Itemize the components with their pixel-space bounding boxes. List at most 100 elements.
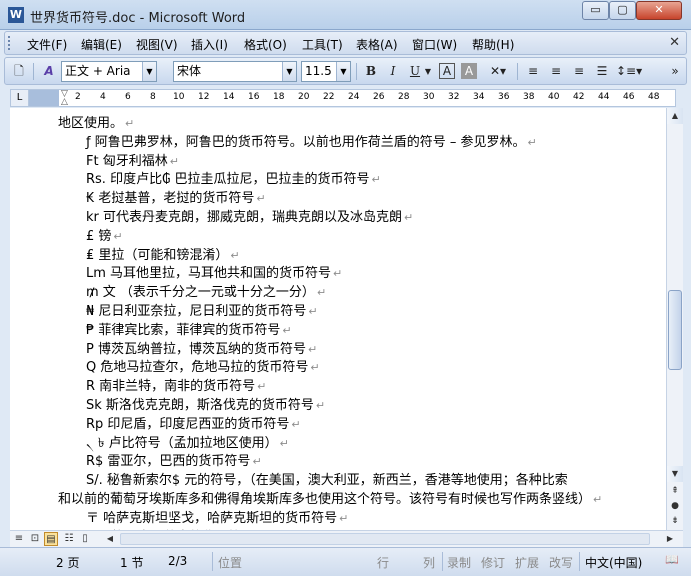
- document-line[interactable]: ₦ 尼日利亚奈拉，尼日利亚的货币符号 ↵: [58, 303, 658, 322]
- document-line[interactable]: Ft 匈牙利福林 ↵: [58, 153, 658, 172]
- normal-view-icon[interactable]: ≡: [12, 532, 26, 546]
- document-text[interactable]: 地区使用。 ↵ ƒ 阿鲁巴弗罗林，阿鲁巴的货币符号。以前也用作荷兰盾的符号 – 参见…: [58, 115, 658, 530]
- align-center-icon[interactable]: ≡: [546, 62, 566, 81]
- paragraph-mark-icon: ↵: [257, 380, 267, 394]
- select-browse-object-icon[interactable]: ●: [667, 499, 683, 513]
- document-page[interactable]: 地区使用。 ↵ ƒ 阿鲁巴弗罗林，阿鲁巴的货币符号。以前也用作荷兰盾的符号 – 参见…: [10, 108, 666, 530]
- document-line[interactable]: ₱ 菲律宾比索，菲律宾的货币符号 ↵: [58, 322, 658, 341]
- scroll-left-icon[interactable]: ◀: [102, 531, 118, 547]
- menu-view[interactable]: 视图(V): [136, 36, 178, 53]
- document-line[interactable]: Rs. 印度卢比₲ 巴拉圭瓜拉尼，巴拉圭的货币符号 ↵: [58, 171, 658, 190]
- menu-edit[interactable]: 编辑(E): [81, 36, 122, 53]
- chevron-down-icon[interactable]: ▼: [336, 62, 350, 81]
- document-line[interactable]: R 南非兰特，南非的货币符号 ↵: [58, 378, 658, 397]
- minimize-button[interactable]: ▭: [582, 1, 609, 20]
- paragraph-mark-icon: ↵: [279, 436, 289, 450]
- document-line[interactable]: 和以前的葡萄牙埃斯库多和佛得角埃斯库多也使用这个符号。该符号有时候也写作两条竖线…: [58, 491, 658, 510]
- justify-icon[interactable]: ☰: [592, 62, 612, 81]
- chevron-down-icon[interactable]: ▼: [142, 62, 156, 81]
- menu-table[interactable]: 表格(A): [356, 36, 398, 53]
- scroll-down-icon[interactable]: ▼: [667, 466, 683, 482]
- status-position: 位置: [218, 556, 243, 570]
- document-line[interactable]: R$ 雷亚尔，巴西的货币符号 ↵: [58, 453, 658, 472]
- scroll-right-icon[interactable]: ▶: [662, 531, 678, 547]
- styles-pane-icon[interactable]: A: [39, 62, 59, 81]
- vertical-scrollbar[interactable]: ▲ ▼ ⇞ ● ⇟: [666, 108, 683, 530]
- character-shading-icon[interactable]: A: [461, 63, 477, 79]
- ruler-left-margin: [29, 90, 59, 106]
- status-extend[interactable]: 扩展: [515, 554, 539, 571]
- menu-tools[interactable]: 工具(T): [302, 36, 343, 53]
- word-icon: W: [8, 7, 24, 23]
- reading-layout-icon[interactable]: ▯: [78, 532, 92, 546]
- chevron-down-icon[interactable]: ▼: [423, 62, 433, 81]
- new-document-icon[interactable]: 🗋: [9, 62, 29, 81]
- maximize-button[interactable]: ▢: [609, 1, 636, 20]
- document-line[interactable]: P 博茨瓦纳普拉，博茨瓦纳的货币符号 ↵: [58, 341, 658, 360]
- font-size-value: 11.5: [305, 64, 332, 78]
- character-border-icon[interactable]: A: [439, 63, 455, 79]
- status-record[interactable]: 录制: [447, 554, 471, 571]
- character-scaling-icon[interactable]: ✕▾: [485, 62, 511, 81]
- next-page-icon[interactable]: ⇟: [667, 514, 683, 528]
- close-button[interactable]: ✕: [636, 1, 682, 20]
- scroll-thumb[interactable]: [668, 290, 682, 370]
- document-line[interactable]: ₭ 老挝基普，老挝的货币符号 ↵: [58, 190, 658, 209]
- tab-selector-icon[interactable]: L: [11, 90, 29, 106]
- spelling-status-icon[interactable]: 📖: [663, 553, 681, 569]
- menu-insert[interactable]: 插入(I): [191, 36, 228, 53]
- font-combo[interactable]: 宋体 ▼: [173, 61, 297, 82]
- menu-grip-handle[interactable]: [8, 36, 11, 50]
- document-line[interactable]: 〒 哈萨克斯坦坚戈，哈萨克斯坦的货币符号 ↵: [58, 510, 658, 529]
- horizontal-scrollbar[interactable]: ≡ ⊡ ▤ ☷ ▯ ◀ ▶: [10, 530, 683, 547]
- line-spacing-icon[interactable]: ↕≡▾: [616, 62, 642, 81]
- status-track-changes[interactable]: 修订: [481, 554, 505, 571]
- scroll-up-icon[interactable]: ▲: [667, 108, 683, 124]
- horizontal-scroll-track[interactable]: [120, 533, 650, 545]
- status-divider: [579, 552, 580, 571]
- document-line[interactable]: ₥ 文 （表示千分之一元或十分之一分） ↵: [58, 284, 658, 303]
- line-text: Q 危地马拉查尔，危地马拉的货币符号: [86, 360, 309, 376]
- document-line[interactable]: Lm 马耳他里拉，马耳他共和国的货币符号 ↵: [58, 265, 658, 284]
- ruler-ticks: 2 4 6 8 10 12 14 16 18 20 22 24 26 28 30…: [59, 90, 675, 106]
- previous-page-icon[interactable]: ⇞: [667, 484, 683, 498]
- toolbar-options-icon[interactable]: »: [669, 62, 681, 81]
- horizontal-ruler[interactable]: L ▽ △ 2 4 6 8 10 12 14 16 18 20 22 24 26 …: [10, 89, 676, 107]
- document-line[interactable]: £ 镑 ↵: [58, 228, 658, 247]
- formatting-toolbar: 🗋 A 正文 + Aria ▼ 宋体 ▼ 11.5 ▼ B I U ▼ A A …: [4, 57, 687, 85]
- document-line[interactable]: 地区使用。 ↵: [58, 115, 658, 134]
- align-right-icon[interactable]: ≡: [569, 62, 589, 81]
- status-language[interactable]: 中文(中国): [585, 554, 642, 571]
- menu-help[interactable]: 帮助(H): [472, 36, 514, 53]
- document-line[interactable]: Sk 斯洛伐克克朗，斯洛伐克的货币符号 ↵: [58, 397, 658, 416]
- document-line[interactable]: ৲ ৳ 卢比符号（孟加拉地区使用） ↵: [58, 435, 658, 454]
- status-overtype[interactable]: 改写: [549, 554, 573, 571]
- close-document-icon[interactable]: ✕: [669, 35, 680, 50]
- web-layout-icon[interactable]: ⊡: [28, 532, 42, 546]
- chevron-down-icon[interactable]: ▼: [282, 62, 296, 81]
- document-line[interactable]: Rp 印尼盾，印度尼西亚的货币符号 ↵: [58, 416, 658, 435]
- underline-button[interactable]: U: [405, 62, 425, 81]
- bold-button[interactable]: B: [361, 62, 381, 81]
- menu-window[interactable]: 窗口(W): [412, 36, 457, 53]
- paragraph-mark-icon: ↵: [315, 398, 326, 412]
- menu-format[interactable]: 格式(O): [244, 36, 287, 53]
- ruler-tick: 8: [150, 92, 156, 102]
- ruler-tick: 26: [373, 92, 385, 102]
- outline-view-icon[interactable]: ☷: [62, 532, 76, 546]
- paragraph-mark-icon: ↵: [169, 154, 179, 168]
- document-line[interactable]: S/. 秘鲁新索尔$ 元的符号，（在美国，澳大利亚，新西兰，香港等地使用；各种比…: [58, 472, 658, 491]
- menu-file[interactable]: 文件(F): [27, 36, 67, 53]
- italic-button[interactable]: I: [383, 62, 403, 81]
- ruler-tick: 4: [100, 92, 106, 102]
- document-line[interactable]: ƒ 阿鲁巴弗罗林，阿鲁巴的货币符号。以前也用作荷兰盾的符号 – 参见罗林。 ↵: [58, 134, 658, 153]
- document-line[interactable]: kr 可代表丹麦克朗，挪威克朗，瑞典克朗以及冰岛克朗 ↵: [58, 209, 658, 228]
- style-combo[interactable]: 正文 + Aria ▼: [61, 61, 157, 82]
- document-line[interactable]: Q 危地马拉查尔，危地马拉的货币符号 ↵: [58, 359, 658, 378]
- print-layout-icon[interactable]: ▤: [44, 532, 58, 546]
- document-line[interactable]: ₤ 里拉（可能和镑混淆） ↵: [58, 247, 658, 266]
- status-column: 列: [423, 556, 436, 570]
- line-text: R 南非兰特，南非的货币符号: [86, 379, 256, 395]
- align-left-icon[interactable]: ≡: [523, 62, 543, 81]
- font-size-combo[interactable]: 11.5 ▼: [301, 61, 351, 82]
